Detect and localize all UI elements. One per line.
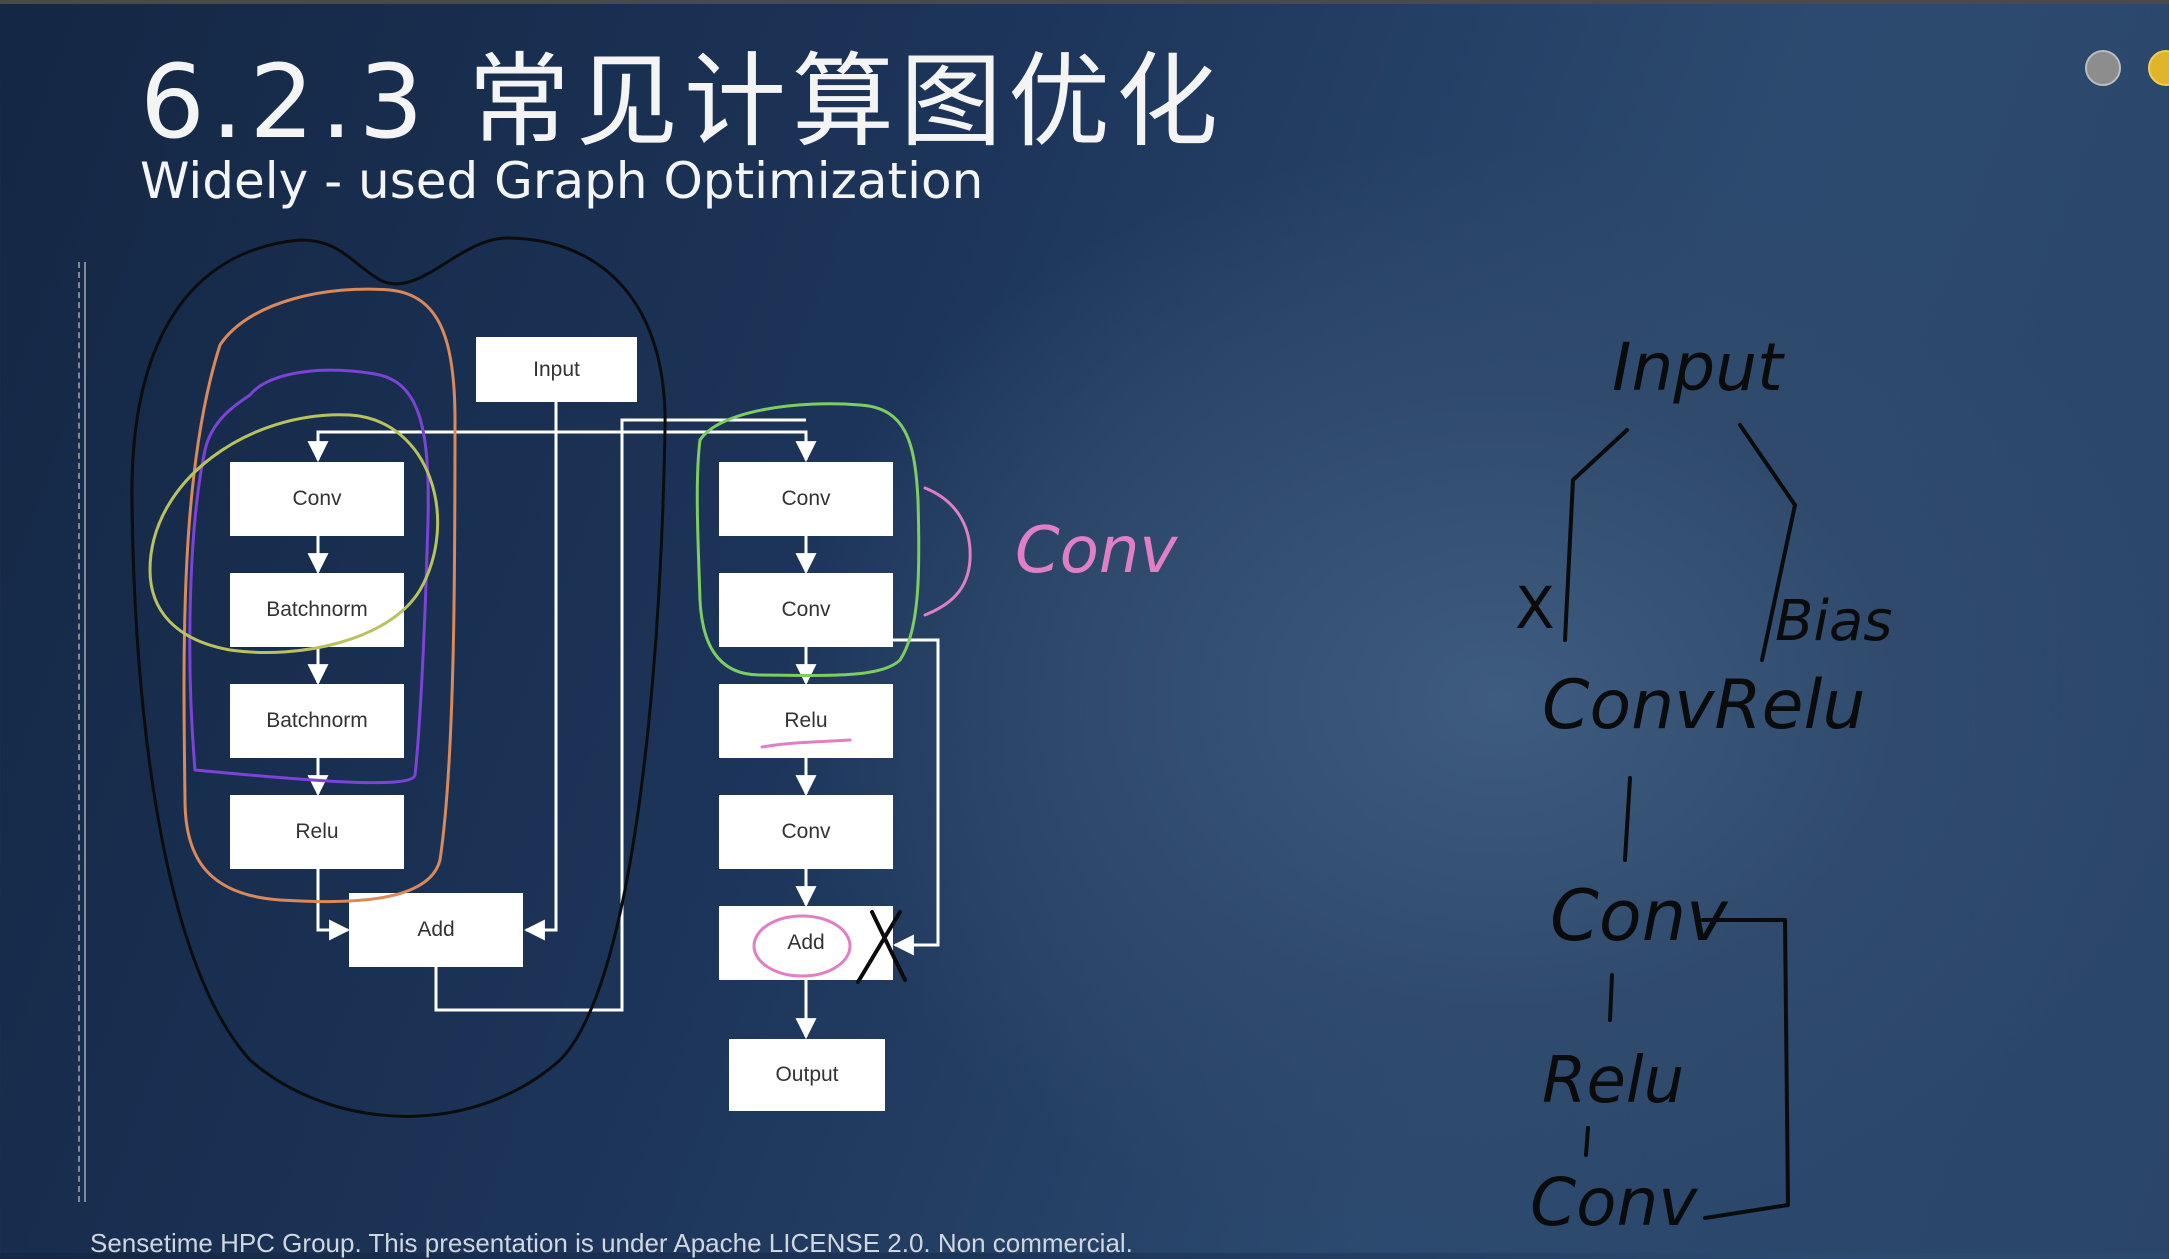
- pink-bracket: [923, 486, 972, 617]
- relu-underline: [760, 738, 852, 749]
- orange-circle: [182, 287, 457, 904]
- hw-x: X: [1515, 574, 1555, 642]
- ink-annotations: Conv Input X Bias ConvRelu Conv Relu Con…: [130, 236, 1892, 1241]
- conv-note: Conv: [1015, 514, 1178, 588]
- green-circle: [695, 402, 921, 678]
- hw-bias: Bias: [1775, 589, 1892, 654]
- add-circle: [752, 914, 852, 978]
- hw-relu: Relu: [1542, 1044, 1684, 1118]
- hw-conv-2: Conv: [1530, 1164, 1698, 1241]
- hw-input: Input: [1612, 329, 1785, 406]
- hw-convrelu: ConvRelu: [1542, 666, 1866, 745]
- purple-circle: [188, 368, 430, 785]
- footer-license: Sensetime HPC Group. This presentation i…: [90, 1228, 1133, 1258]
- hw-conv-1: Conv: [1550, 875, 1729, 957]
- cross-mark: [856, 910, 907, 984]
